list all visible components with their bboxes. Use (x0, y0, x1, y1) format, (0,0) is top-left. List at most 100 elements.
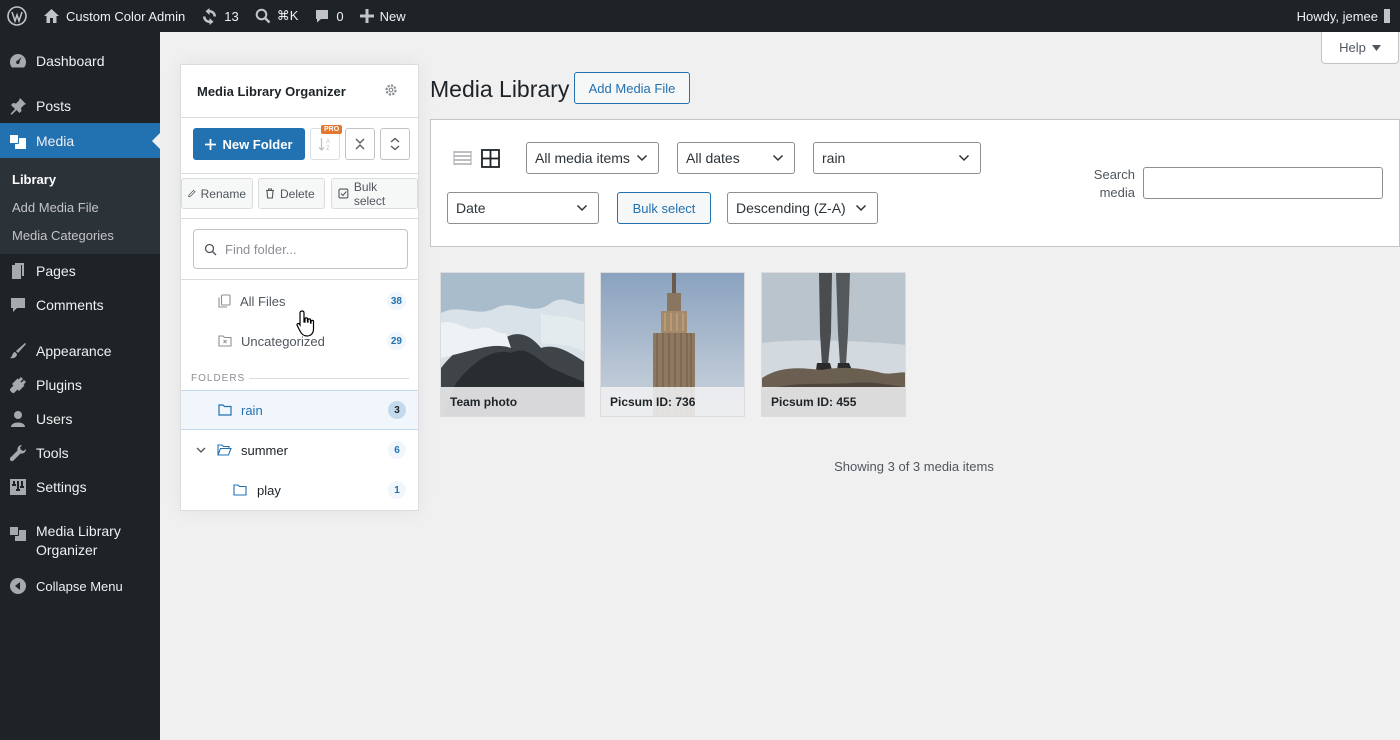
grid-view-button[interactable] (481, 149, 501, 171)
sidebar-item-collapse-menu[interactable]: Collapse Menu (0, 574, 160, 598)
find-folder-field[interactable] (193, 229, 408, 269)
rename-button[interactable]: Rename (181, 178, 253, 209)
submenu-item-add-media-file[interactable]: Add Media File (12, 200, 99, 215)
caret-down-icon (1371, 44, 1381, 51)
delete-button[interactable]: Delete (258, 178, 325, 209)
dates-select[interactable]: All dates (677, 142, 795, 174)
user-icon (0, 410, 36, 428)
chevron-down-icon (958, 154, 970, 162)
sliders-icon (0, 478, 36, 496)
expand-all-button[interactable] (380, 128, 410, 160)
find-folder-input[interactable] (225, 241, 395, 257)
list-view-icon (453, 151, 472, 165)
folder-icon (233, 484, 247, 496)
site-name: Custom Color Admin (66, 8, 186, 24)
bulk-select-label: Bulk select (353, 179, 386, 208)
sidebar-item-comments[interactable]: Comments (0, 293, 160, 317)
updates-count: 13 (224, 8, 239, 24)
sidebar-item-label: Pages (36, 263, 76, 279)
updates-link[interactable]: 13 (193, 0, 246, 32)
help-label: Help (1339, 40, 1366, 55)
hand-cursor-icon (296, 310, 315, 337)
order-select[interactable]: Descending (Z-A) (727, 192, 878, 224)
chevron-down-icon[interactable] (196, 447, 206, 454)
chevron-down-icon (636, 154, 648, 162)
orderby-select[interactable]: Date (447, 192, 599, 224)
site-name-link[interactable]: Custom Color Admin (35, 0, 193, 32)
folder-summer[interactable]: summer 6 (181, 430, 418, 470)
grid-view-icon (481, 149, 500, 168)
sidebar-item-label: Comments (36, 297, 104, 313)
media-item-caption: Team photo (441, 387, 584, 416)
add-media-file-button[interactable]: Add Media File (574, 72, 690, 104)
sidebar-item-label: Settings (36, 479, 87, 495)
selected-value: Descending (Z-A) (736, 200, 846, 216)
settings-gear-button[interactable] (384, 83, 398, 100)
folder-name: play (257, 482, 281, 498)
brush-icon (0, 342, 36, 360)
search-media-input[interactable] (1143, 167, 1383, 199)
submenu-item-library[interactable]: Library (12, 172, 56, 187)
media-item-thumbnail[interactable]: Picsum ID: 736 (600, 272, 745, 417)
search-media-label: Search media (1093, 167, 1135, 200)
folder-count: 3 (388, 401, 406, 419)
page-title: Media Library (430, 76, 570, 102)
folder-icon (218, 404, 232, 416)
search-icon (204, 243, 217, 255)
folder-open-icon (217, 444, 232, 456)
comment-icon (316, 10, 329, 23)
account-menu[interactable]: Howdy, jemee (1297, 0, 1400, 32)
category-select[interactable]: rain (813, 142, 981, 174)
avatar (1384, 9, 1390, 23)
folder-count: 29 (386, 332, 406, 350)
comments-link[interactable]: 0 (306, 0, 351, 32)
selected-value: Date (456, 200, 486, 216)
bulk-select-button[interactable]: Bulk select (617, 192, 711, 224)
divider (181, 218, 418, 219)
folder-count: 38 (386, 292, 406, 310)
checkbox-icon (338, 188, 349, 199)
media-toolbar: All media items All dates rain Search me… (430, 119, 1400, 247)
folder-name: rain (241, 402, 263, 418)
sidebar-item-media[interactable]: Media (0, 123, 160, 158)
list-view-button[interactable] (453, 150, 472, 171)
help-button[interactable]: Help (1321, 32, 1399, 64)
plug-icon (0, 376, 36, 394)
new-content-link[interactable]: New (352, 0, 414, 32)
media-item-thumbnail[interactable]: Team photo (440, 272, 585, 417)
sidebar-item-label: Tools (36, 445, 69, 461)
rename-label: Rename (200, 186, 246, 201)
sidebar-item-label: Media Library Organizer (36, 523, 121, 558)
folder-count: 1 (388, 481, 406, 499)
selected-value: All dates (686, 150, 740, 166)
folder-play[interactable]: play 1 (181, 470, 418, 510)
bulk-select-folders-button[interactable]: Bulk select (331, 178, 418, 209)
selected-value: All media items (535, 150, 630, 166)
sidebar-item-label: Media (36, 132, 75, 149)
sidebar-item-tools[interactable]: Tools (0, 441, 160, 465)
sidebar-item-dashboard[interactable]: Dashboard (0, 49, 160, 73)
sidebar-item-media-library-organizer[interactable]: Media Library Organizer (0, 522, 160, 562)
folder-rain[interactable]: rain 3 (181, 390, 418, 430)
svg-text:A: A (326, 139, 330, 145)
sidebar-item-appearance[interactable]: Appearance (0, 339, 160, 363)
search-shortcut-link[interactable]: ⌘K (247, 0, 307, 32)
pushpin-icon (0, 97, 36, 115)
new-folder-button[interactable]: New Folder (193, 128, 305, 160)
submenu-item-media-categories[interactable]: Media Categories (12, 228, 114, 243)
new-label: New (379, 8, 406, 24)
wordpress-logo-button[interactable] (0, 0, 35, 32)
collapse-all-button[interactable] (345, 128, 375, 160)
media-item-caption: Picsum ID: 455 (762, 387, 905, 416)
sidebar-item-plugins[interactable]: Plugins (0, 373, 160, 397)
sidebar-item-settings[interactable]: Settings (0, 475, 160, 499)
page-icon (0, 262, 36, 280)
sidebar-item-posts[interactable]: Posts (0, 94, 160, 118)
sidebar-item-users[interactable]: Users (0, 407, 160, 431)
sidebar-item-pages[interactable]: Pages (0, 259, 160, 283)
collapse-icon (0, 578, 36, 594)
media-item-thumbnail[interactable]: Picsum ID: 455 (761, 272, 906, 417)
divider (249, 378, 409, 379)
sidebar-item-label: Plugins (36, 377, 82, 393)
media-type-select[interactable]: All media items (526, 142, 659, 174)
